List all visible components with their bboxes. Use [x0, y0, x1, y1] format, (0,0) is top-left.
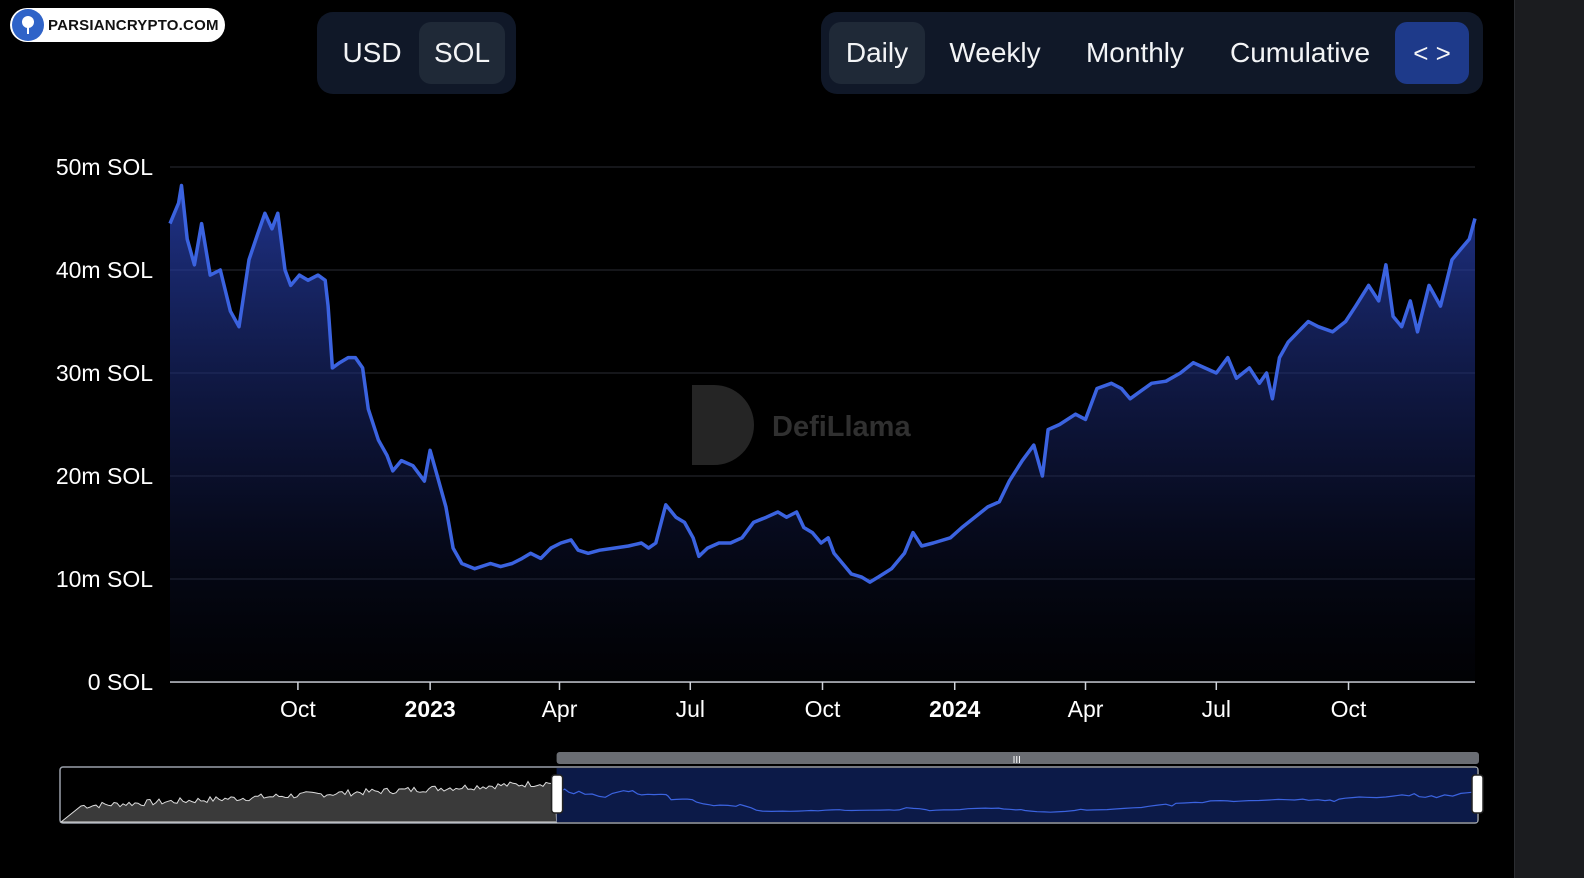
slider-left-handle[interactable]	[550, 774, 564, 814]
x-tick-label: Jul	[676, 696, 705, 722]
range-slider[interactable]: III	[59, 752, 1484, 824]
slider-selected-region[interactable]	[556, 768, 1477, 822]
y-axis: 0 SOL 10m SOL 20m SOL 30m SOL 40m SOL 50m SOL	[56, 154, 153, 695]
slider-preview-unselected	[59, 780, 558, 823]
volume-chart: 0 SOL 10m SOL 20m SOL 30m SOL 40m SOL 50m SOL…	[56, 154, 1484, 824]
y-tick-label: 20m SOL	[56, 463, 153, 489]
y-tick-label: 0 SOL	[88, 669, 153, 695]
x-tick-label: Oct	[1331, 696, 1367, 722]
y-tick-label: 40m SOL	[56, 257, 153, 283]
x-axis: Oct 2023 Apr Jul Oct 2024 Apr Jul Oct	[280, 682, 1367, 722]
y-tick-label: 30m SOL	[56, 360, 153, 386]
slider-right-handle[interactable]	[1471, 774, 1484, 814]
y-tick-label: 10m SOL	[56, 566, 153, 592]
llama-icon	[692, 385, 754, 465]
defillama-watermark: DefiLlama	[692, 385, 911, 465]
x-tick-label: 2024	[929, 696, 980, 722]
y-tick-label: 50m SOL	[56, 154, 153, 180]
x-tick-label: Oct	[805, 696, 841, 722]
x-tick-label: Apr	[1068, 696, 1104, 722]
drag-grip-icon: III	[1013, 755, 1021, 766]
x-tick-label: Apr	[542, 696, 578, 722]
brand-name: DefiLlama	[772, 411, 911, 443]
x-tick-label: Oct	[280, 696, 316, 722]
x-tick-label: 2023	[405, 696, 456, 722]
x-tick-label: Jul	[1202, 696, 1231, 722]
